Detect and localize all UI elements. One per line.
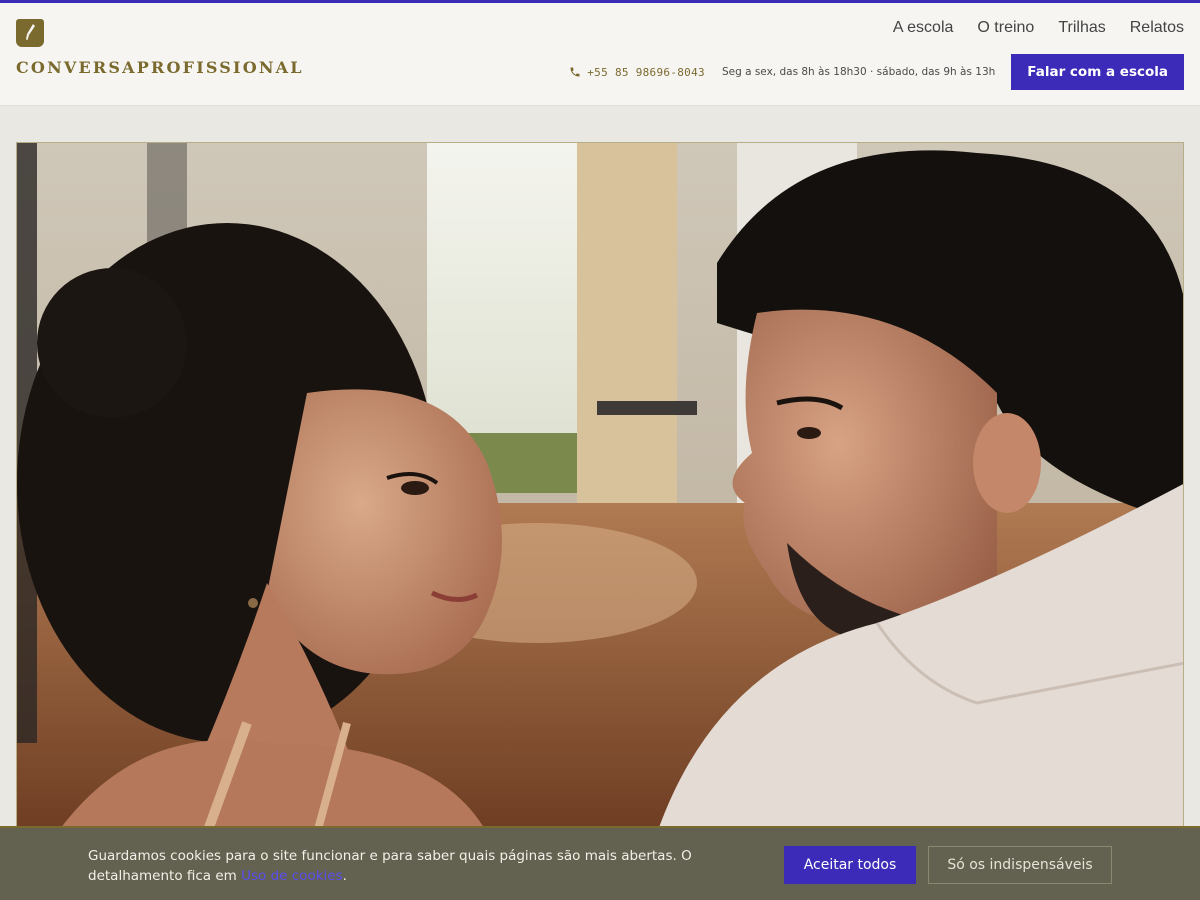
quill-icon xyxy=(26,24,35,40)
cookie-banner: Guardamos cookies para o site funcionar … xyxy=(0,826,1200,900)
nav-item-trilhas[interactable]: Trilhas xyxy=(1058,19,1105,37)
contact-school-button[interactable]: Falar com a escola xyxy=(1011,54,1184,90)
accept-all-cookies-button[interactable]: Aceitar todos xyxy=(784,846,916,884)
hero-photo xyxy=(17,143,1183,831)
nav-item-relatos[interactable]: Relatos xyxy=(1130,19,1184,37)
cookie-message: Guardamos cookies para o site funcionar … xyxy=(88,846,728,886)
nav-item-o-treino[interactable]: O treino xyxy=(977,19,1034,37)
cookie-policy-link[interactable]: Uso de cookies xyxy=(241,868,342,884)
logo-icon[interactable] xyxy=(16,19,44,47)
phone-icon xyxy=(570,67,580,77)
brand-name[interactable]: CONVERSAPROFISSIONAL xyxy=(16,58,304,77)
phone-contact[interactable]: +55 85 98696-8043 xyxy=(569,66,705,79)
opening-hours: Seg a sex, das 8h às 18h30 · sábado, das… xyxy=(721,66,996,78)
cookie-message-end: . xyxy=(342,868,347,884)
nav-item-a-escola[interactable]: A escola xyxy=(893,19,953,37)
phone-number[interactable]: +55 85 98696-8043 xyxy=(587,66,705,79)
site-header: CONVERSAPROFISSIONAL A escola O treino T… xyxy=(0,3,1200,106)
hero-image xyxy=(16,142,1184,832)
contact-row: +55 85 98696-8043 Seg a sex, das 8h às 1… xyxy=(569,54,1184,90)
cookie-message-text: Guardamos cookies para o site funcionar … xyxy=(88,848,692,884)
main-nav: A escola O treino Trilhas Relatos xyxy=(893,19,1184,37)
essential-cookies-button[interactable]: Só os indispensáveis xyxy=(928,846,1112,884)
